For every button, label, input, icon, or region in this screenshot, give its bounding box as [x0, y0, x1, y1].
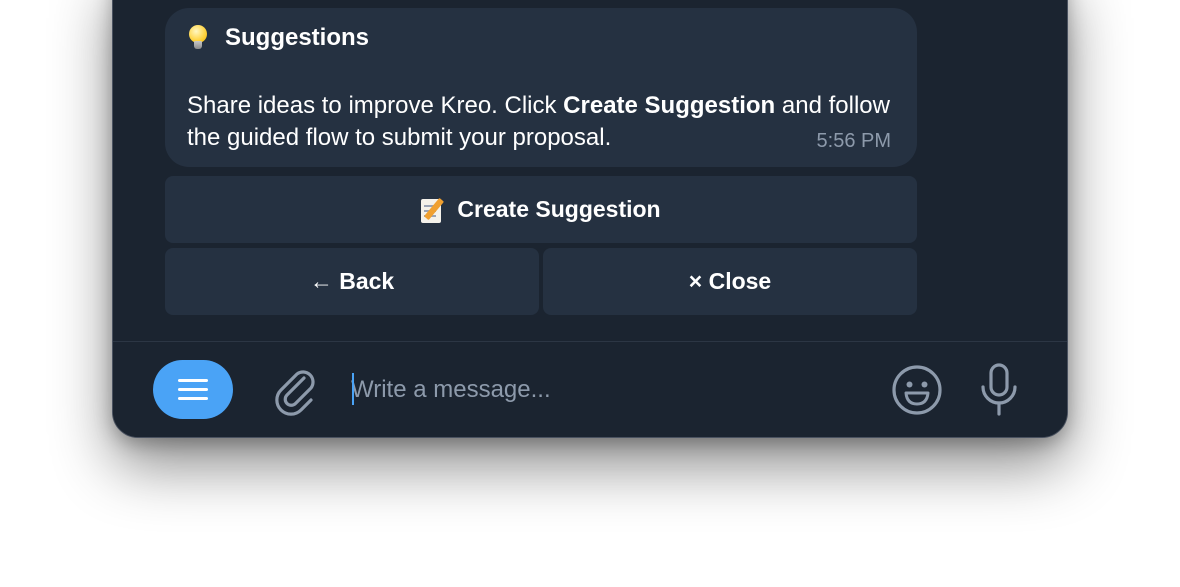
create-suggestion-label: Create Suggestion	[457, 196, 661, 222]
text-cursor	[352, 373, 354, 405]
message-text-before: Share ideas to improve Kreo. Click	[187, 92, 564, 119]
chat-history[interactable]: Suggestions Share ideas to improve Kreo.…	[113, 0, 1067, 341]
message-timestamp: 5:56 PM	[816, 130, 891, 152]
menu-icon	[178, 378, 208, 401]
close-button[interactable]: × Close	[543, 248, 917, 315]
message-composer	[113, 342, 1067, 437]
paperclip-icon[interactable]	[271, 364, 319, 416]
memo-icon	[421, 197, 445, 223]
message-text-bold: Create Suggestion	[563, 92, 776, 119]
back-button[interactable]: ← Back	[165, 248, 539, 315]
message-title-text: Suggestions	[225, 24, 370, 51]
microphone-icon[interactable]	[977, 362, 1021, 418]
close-label: × Close	[688, 268, 772, 294]
message-input[interactable]	[351, 366, 851, 414]
create-suggestion-button[interactable]: Create Suggestion	[165, 176, 917, 243]
bot-message-bubble: Suggestions Share ideas to improve Kreo.…	[165, 8, 917, 167]
emoji-icon[interactable]	[891, 364, 943, 416]
back-label: ← Back	[309, 268, 395, 294]
message-body: Share ideas to improve Kreo. Click Creat…	[187, 90, 907, 154]
lightbulb-icon	[189, 25, 207, 51]
screenshot-stage: Suggestions Share ideas to improve Kreo.…	[0, 0, 1180, 587]
chat-window: Suggestions Share ideas to improve Kreo.…	[112, 0, 1068, 438]
bot-menu-button[interactable]	[153, 360, 233, 419]
message-title: Suggestions	[189, 24, 369, 52]
